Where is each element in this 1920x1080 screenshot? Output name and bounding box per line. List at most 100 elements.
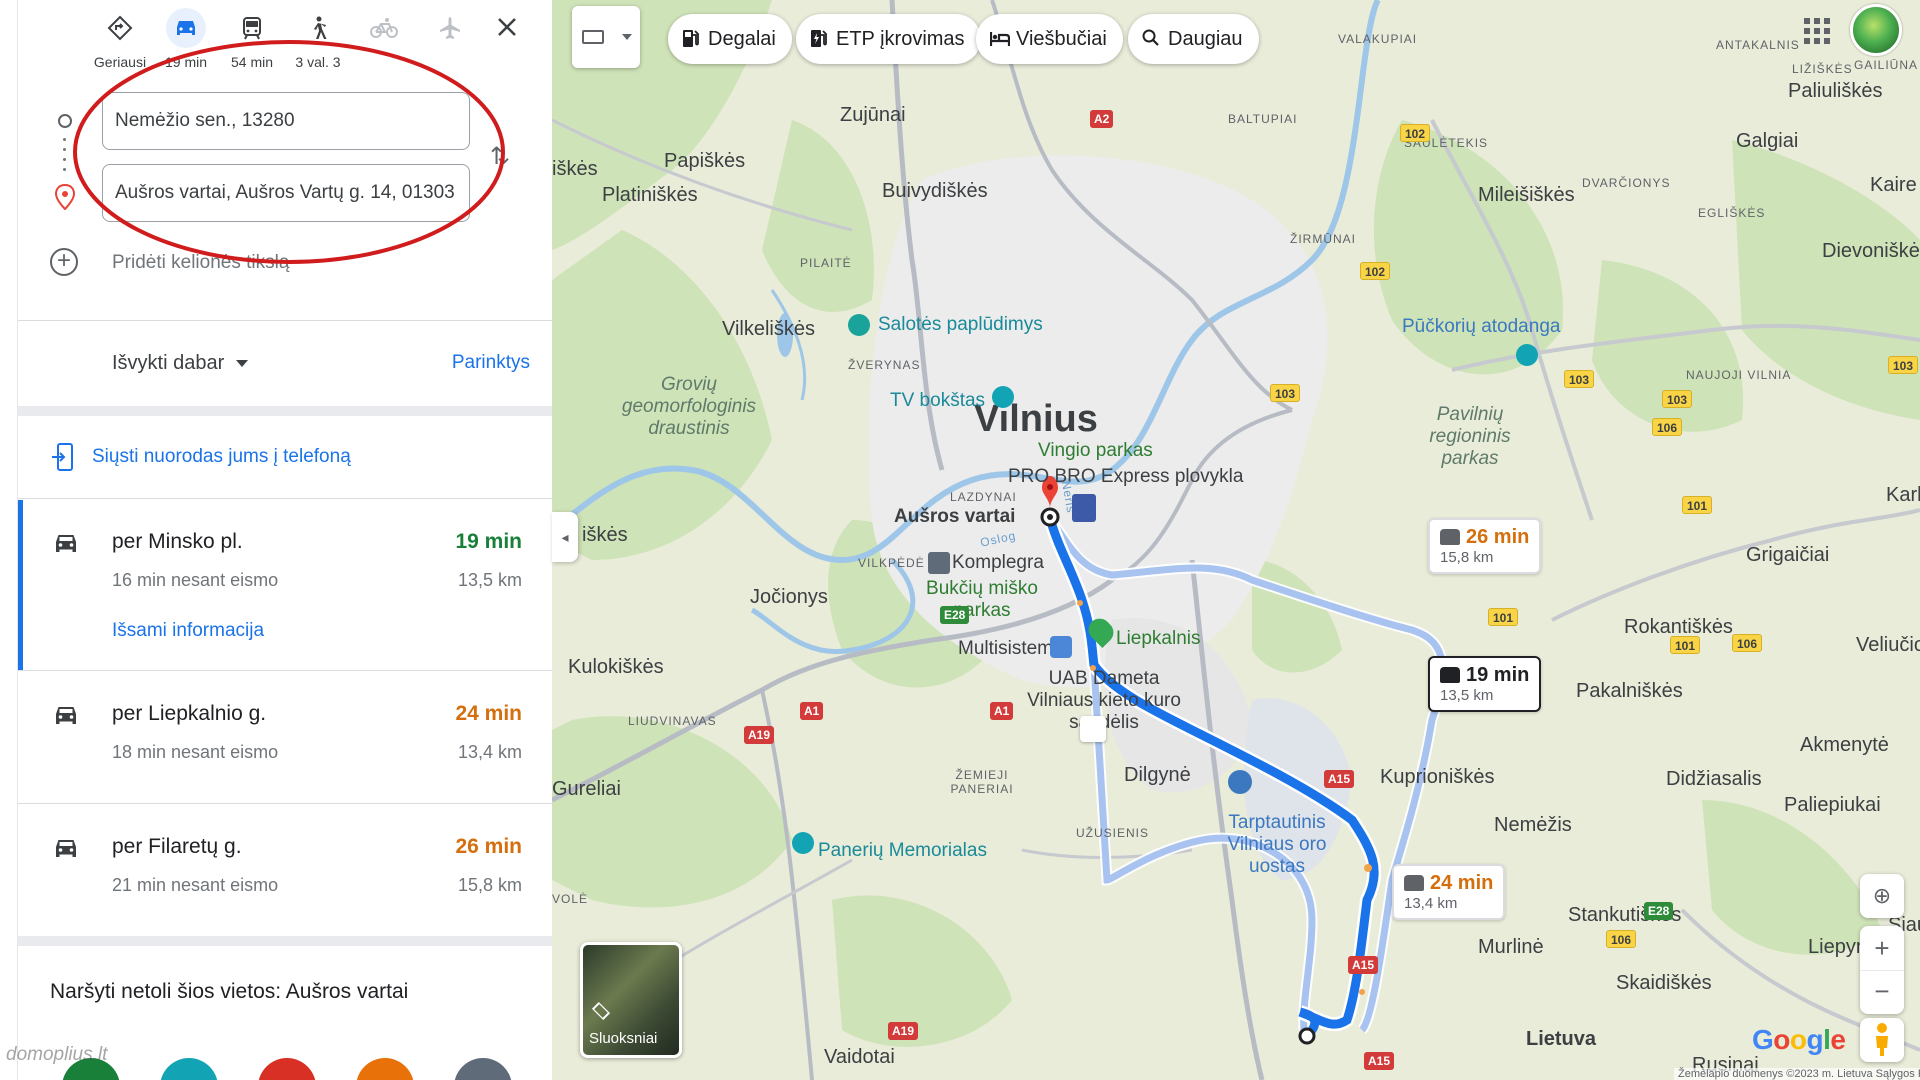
map-label: Paliepiukai <box>1784 794 1881 816</box>
map-label: Papiškės <box>664 150 746 172</box>
chip-hotels[interactable]: Viešbučiai <box>976 14 1123 64</box>
map-canvas[interactable]: Vilnius Zujūnai Papiškės Platiniškės Bui… <box>552 0 1920 1080</box>
explore-category-button[interactable] <box>258 1058 316 1080</box>
zoom-in-button[interactable]: + <box>1860 926 1904 970</box>
layers-button[interactable]: Sluoksniai <box>580 942 682 1058</box>
keyboard-icon <box>582 30 604 44</box>
route-dots-icon <box>63 138 67 178</box>
directions-panel: Geriausi 19 min 54 min 3 val. 3 Nemėžio … <box>0 0 552 1080</box>
chip-ev-charging[interactable]: ETP įkrovimas <box>796 14 981 64</box>
map-label: Didžiasalis <box>1666 768 1762 790</box>
store-marker-icon[interactable] <box>928 552 950 574</box>
route-option-2[interactable]: per Liepkalnio g. 24 min 18 min nesant e… <box>18 672 552 802</box>
best-route-icon <box>100 8 140 48</box>
road-shield: 102 <box>1360 262 1391 280</box>
road-shield: 106 <box>1606 930 1637 948</box>
route-callout[interactable]: 24 min 13,4 km <box>1392 864 1506 920</box>
details-link[interactable]: Išsami informacija <box>112 620 264 642</box>
bike-icon <box>364 8 404 48</box>
map-label-city: Vilnius <box>974 398 1098 440</box>
explore-category-button[interactable] <box>160 1058 218 1080</box>
route-option-3[interactable]: per Filaretų g. 26 min 21 min nesant eis… <box>18 805 552 935</box>
map-label: ŽIRMŪNAI <box>1290 232 1356 246</box>
swap-icon[interactable]: ⇅ <box>490 142 510 171</box>
origin-input[interactable]: Nemėžio sen., 13280 <box>102 92 470 150</box>
street-view-pegman[interactable] <box>1860 1018 1904 1062</box>
map-label: iškės <box>582 524 628 546</box>
flight-icon <box>430 8 470 48</box>
options-link[interactable]: Parinktys <box>452 352 530 374</box>
camera-marker-icon[interactable] <box>1516 344 1538 366</box>
road-shield: A15 <box>1348 956 1379 974</box>
map-label: Buivydiškės <box>882 180 988 202</box>
plus-circle-icon: + <box>50 248 78 276</box>
route-time: 26 min <box>455 835 522 858</box>
map-label: Platiniškės <box>602 184 698 206</box>
map-label: Vaidotai <box>824 1046 895 1068</box>
mode-flight-label <box>420 54 480 70</box>
map-label-origin: Lietuva <box>1526 1028 1597 1050</box>
route-option-1[interactable]: per Minsko pl. 19 min 16 min nesant eism… <box>18 500 552 670</box>
map-label: BALTUPIAI <box>1228 112 1298 126</box>
mode-best[interactable]: Geriausi <box>90 4 150 70</box>
road-shield: 103 <box>1564 370 1595 388</box>
map-label: Dilgynė <box>1124 764 1191 786</box>
route-callout[interactable]: 26 min 15,8 km <box>1428 518 1542 574</box>
map-label: Jočionys <box>750 586 828 608</box>
map-label: Dievoniškė <box>1822 240 1920 262</box>
road-shield: 101 <box>1682 496 1713 514</box>
divider <box>18 320 552 321</box>
map-label: VOLĖ <box>552 892 589 906</box>
input-tools-button[interactable] <box>572 6 640 68</box>
map-label: NAUJOJI VILNIA <box>1686 368 1792 382</box>
explore-category-button[interactable] <box>356 1058 414 1080</box>
car-wash-marker-icon[interactable] <box>1072 494 1096 522</box>
account-avatar[interactable] <box>1850 4 1902 56</box>
car-icon <box>52 835 80 866</box>
parking-marker-icon[interactable] <box>1080 716 1106 742</box>
depart-now-dropdown[interactable]: Išvykti dabar <box>112 352 249 375</box>
chevron-left-icon: ◂ <box>561 529 569 545</box>
map-label: LAZDYNAI <box>950 490 1017 504</box>
map-label: VALAKUPIAI <box>1338 32 1418 46</box>
map-label: Mileišiškės <box>1478 184 1575 206</box>
map-label: Vilkeliškės <box>722 318 815 340</box>
callout-distance: 13,4 km <box>1404 895 1458 912</box>
my-location-button[interactable]: ⊕ <box>1860 874 1904 918</box>
google-apps-icon[interactable] <box>1804 18 1830 44</box>
mode-flight[interactable] <box>420 4 480 70</box>
route-time: 19 min <box>455 530 522 553</box>
mode-car[interactable]: 19 min <box>156 4 216 70</box>
mode-car-label: 19 min <box>164 54 208 70</box>
memorial-marker-icon[interactable] <box>792 832 814 854</box>
mode-walk[interactable]: 3 val. 3 <box>288 4 348 70</box>
beach-marker-icon[interactable] <box>848 314 870 336</box>
collapse-panel-button[interactable]: ◂ <box>552 512 578 562</box>
explore-nearby-title: Naršyti netoli šios vietos: Aušros varta… <box>50 980 409 1003</box>
chip-more[interactable]: Daugiau <box>1128 14 1259 64</box>
camera-marker-icon[interactable] <box>992 386 1014 408</box>
close-button[interactable] <box>482 4 532 70</box>
callout-time: 24 min <box>1430 872 1494 894</box>
watermark: domoplius.lt <box>6 1044 108 1065</box>
map-label: Akmenytė <box>1800 734 1889 756</box>
route-inputs: Nemėžio sen., 13280 Aušros vartai, Aušro… <box>50 90 520 290</box>
layers-label: Sluoksniai <box>589 1030 658 1047</box>
airport-marker-icon[interactable] <box>1228 770 1252 794</box>
mode-bike[interactable] <box>354 4 414 70</box>
route-callout-selected[interactable]: 19 min 13,5 km <box>1428 656 1542 712</box>
map-label: DVARČIONYS <box>1582 176 1671 190</box>
map-label-poi: TV bokštas <box>890 390 986 411</box>
map-label: Zujūnai <box>840 104 906 126</box>
chip-gas-stations[interactable]: Degalai <box>668 14 792 64</box>
shop-marker-icon[interactable] <box>1050 636 1072 658</box>
map-label-poi: Salotės paplūdimys <box>878 314 1043 335</box>
destination-input[interactable]: Aušros vartai, Aušros Vartų g. 14, 01303 <box>102 164 470 222</box>
explore-category-button[interactable] <box>454 1058 512 1080</box>
mode-transit[interactable]: 54 min <box>222 4 282 70</box>
map-label-poi: Multisistema <box>958 638 1064 659</box>
zoom-out-button[interactable]: − <box>1860 970 1904 1014</box>
map-label: Veliučion <box>1856 634 1920 656</box>
transit-icon <box>232 8 272 48</box>
map-label-poi: PRO BRO Express plovykla <box>1008 466 1244 487</box>
